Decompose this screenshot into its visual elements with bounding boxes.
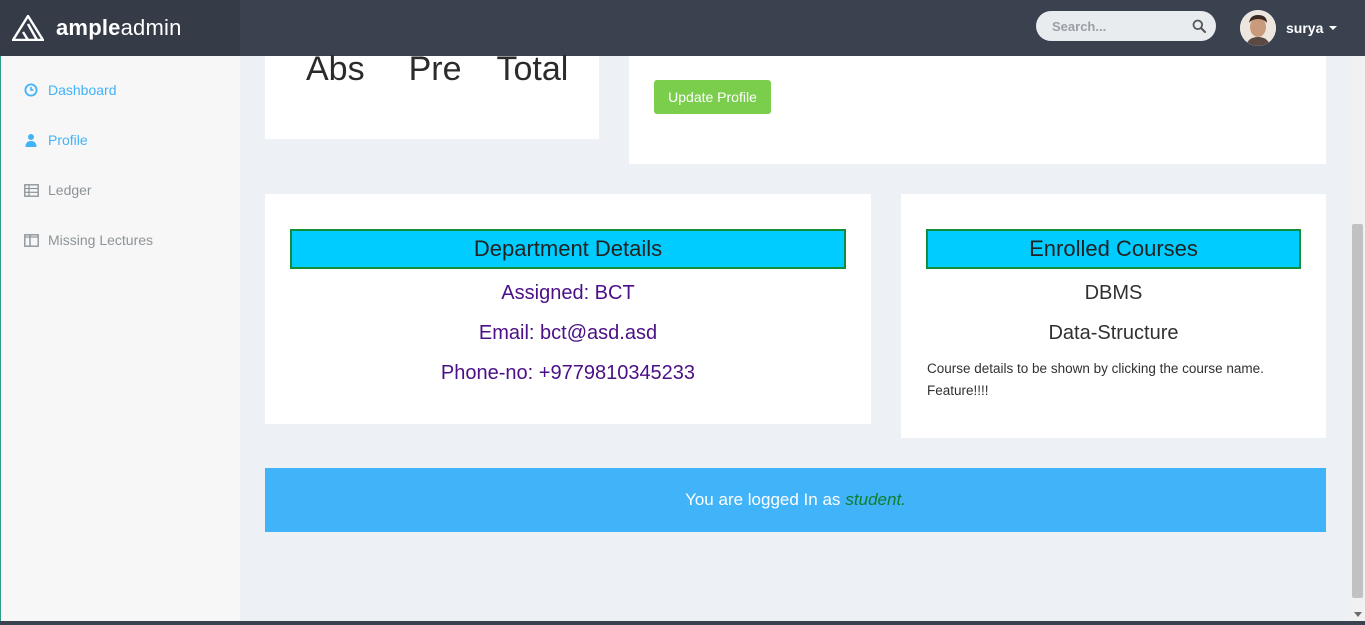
user-name: surya bbox=[1286, 20, 1324, 36]
course-note: Course details to be shown by clicking t… bbox=[927, 361, 1264, 398]
login-status-bar: You are logged In as student. bbox=[265, 468, 1326, 532]
sidebar-item-profile[interactable]: Profile bbox=[23, 128, 88, 152]
top-navbar: ampleadmin surya bbox=[0, 0, 1365, 56]
user-menu[interactable]: surya bbox=[1240, 8, 1338, 48]
search-box bbox=[1036, 11, 1216, 41]
table-icon bbox=[23, 182, 39, 198]
department-phone: Phone-no: +9779810345233 bbox=[440, 362, 696, 384]
sidebar: Dashboard Profile Ledger Missing Lecture… bbox=[0, 56, 240, 625]
attendance-labels: Abs Pre Total bbox=[306, 50, 568, 89]
page-scrollbar[interactable] bbox=[1350, 56, 1365, 625]
present-label: Pre bbox=[408, 50, 462, 88]
login-status-text: You are logged In as bbox=[685, 490, 841, 509]
scroll-down-arrow-icon[interactable] bbox=[1354, 612, 1362, 617]
sidebar-item-label: Missing Lectures bbox=[48, 232, 154, 248]
sidebar-item-label: Ledger bbox=[48, 182, 92, 198]
update-profile-button[interactable]: Update Profile bbox=[654, 80, 771, 114]
sidebar-item-dashboard[interactable]: Dashboard bbox=[23, 78, 117, 102]
sidebar-item-ledger[interactable]: Ledger bbox=[23, 178, 92, 202]
login-role: student. bbox=[845, 490, 906, 509]
course-item[interactable]: Data-Structure bbox=[901, 322, 1326, 345]
brand-name: ampleadmin bbox=[56, 15, 182, 41]
sidebar-item-missing-lectures[interactable]: Missing Lectures bbox=[23, 228, 153, 252]
search-input[interactable] bbox=[1052, 11, 1192, 41]
logo-icon bbox=[12, 15, 44, 41]
scrollbar-thumb[interactable] bbox=[1352, 224, 1363, 598]
sidebar-item-label: Dashboard bbox=[48, 82, 117, 98]
brand-name-light: admin bbox=[120, 15, 182, 40]
brand-name-bold: ample bbox=[56, 15, 121, 40]
search-icon[interactable] bbox=[1192, 19, 1206, 33]
avatar bbox=[1240, 10, 1276, 46]
department-heading: Department Details bbox=[290, 229, 846, 269]
course-item[interactable]: DBMS bbox=[901, 282, 1326, 305]
courses-heading: Enrolled Courses bbox=[926, 229, 1301, 269]
department-email: Email: bct@asd.asd bbox=[478, 322, 658, 344]
window-bottom-edge bbox=[0, 621, 1365, 625]
sidebar-item-label: Profile bbox=[48, 132, 88, 148]
brand-logo[interactable]: ampleadmin bbox=[0, 0, 240, 56]
caret-down-icon bbox=[1329, 26, 1338, 30]
department-assigned: Assigned: BCT bbox=[501, 282, 635, 304]
user-icon bbox=[23, 132, 39, 148]
clock-icon bbox=[23, 82, 39, 98]
columns-icon bbox=[23, 232, 39, 248]
total-label: Total bbox=[496, 50, 569, 88]
absent-label: Abs bbox=[306, 50, 365, 88]
